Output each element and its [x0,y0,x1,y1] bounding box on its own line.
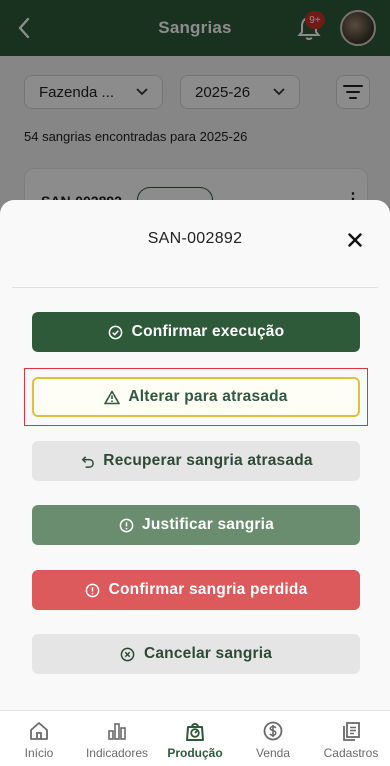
recover-late-button[interactable]: Recuperar sangria atrasada [32,441,360,481]
cancel-sangria-button[interactable]: Cancelar sangria [32,634,360,674]
nav-label: Produção [167,746,223,760]
bottom-navigation: Início Indicadores Produção Venda Cadast… [0,710,390,766]
close-icon [348,233,362,247]
sheet-divider [12,287,378,288]
warning-icon [104,389,121,405]
bar-chart-icon [78,719,156,743]
justify-button[interactable]: Justificar sangria [32,505,360,545]
confirm-execution-button[interactable]: Confirmar execução [32,312,360,352]
info-circle-icon [118,517,134,533]
cancel-sangria-label: Cancelar sangria [143,645,273,662]
confirm-lost-button[interactable]: Confirmar sangria perdida [32,570,360,610]
confirm-lost-label: Confirmar sangria perdida [108,581,308,598]
nav-item-venda[interactable]: Venda [234,719,312,760]
nav-label: Início [24,746,54,760]
documents-icon [312,719,390,743]
alert-circle-icon [85,582,101,598]
undo-icon [79,453,95,469]
mark-late-button[interactable]: Alterar para atrasada [32,377,360,417]
nav-item-indicadores[interactable]: Indicadores [78,719,156,760]
dollar-icon [234,719,312,743]
mark-late-label: Alterar para atrasada [128,388,288,405]
nav-item-inicio[interactable]: Início [0,719,78,760]
home-icon [0,719,78,743]
check-circle-icon [108,324,124,340]
scale-icon [156,719,234,743]
close-button[interactable] [344,229,366,251]
nav-item-producao[interactable]: Produção [156,719,234,760]
nav-item-cadastros[interactable]: Cadastros [312,719,390,760]
nav-label: Indicadores [85,746,149,760]
recover-late-label: Recuperar sangria atrasada [103,452,313,469]
justify-label: Justificar sangria [142,516,274,533]
sheet-title: SAN-002892 [147,230,243,247]
x-circle-icon [120,646,136,662]
nav-label: Cadastros [323,746,379,760]
nav-label: Venda [255,746,291,760]
confirm-execution-label: Confirmar execução [131,323,285,340]
